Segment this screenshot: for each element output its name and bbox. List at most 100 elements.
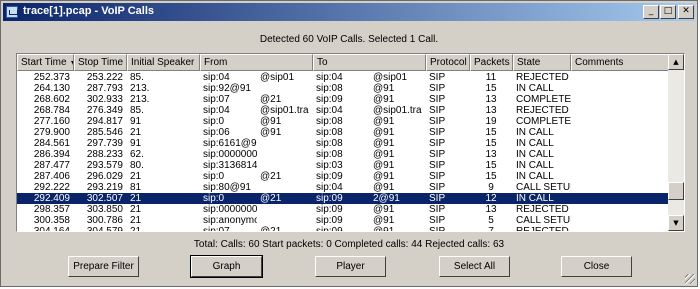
table-row[interactable]: 279.900 285.546 21 sip:06 @91 sip:08 @91 SIP 15 I… bbox=[17, 127, 669, 138]
column-header-protocol[interactable]: Protocol bbox=[426, 54, 470, 71]
cell-to: sip:04 bbox=[316, 72, 343, 83]
cell-start-time: 292.409 bbox=[33, 193, 70, 204]
cell-protocol: SIP bbox=[429, 226, 446, 232]
cell-state: COMPLETED bbox=[516, 116, 571, 127]
cell-to-domain: @sip01 bbox=[373, 72, 408, 83]
cell-protocol: SIP bbox=[429, 160, 446, 171]
cell-to: sip:08 bbox=[316, 116, 343, 127]
scroll-thumb[interactable] bbox=[668, 182, 684, 200]
cell-initial-speaker: 80. bbox=[130, 160, 144, 171]
cell-packets: 13 bbox=[485, 204, 497, 215]
cell-to-domain: @91 bbox=[373, 83, 395, 94]
cell-initial-speaker: 21 bbox=[130, 193, 142, 204]
cell-protocol: SIP bbox=[429, 204, 446, 215]
cell-from: sip:06 bbox=[203, 127, 230, 138]
cell-stop-time: 253.222 bbox=[86, 72, 123, 83]
table-row[interactable]: 268.784 276.349 85. sip:04 @sip01.tra sip:04 @… bbox=[17, 105, 669, 116]
cell-protocol: SIP bbox=[429, 94, 446, 105]
cell-to-domain: 2@91 bbox=[373, 193, 400, 204]
column-header-packets[interactable]: Packets bbox=[470, 54, 513, 71]
column-header-stop-time[interactable]: Stop Time bbox=[74, 54, 127, 71]
cell-packets: 11 bbox=[485, 72, 497, 83]
cell-packets: 5 bbox=[488, 215, 494, 226]
cell-initial-speaker: 213. bbox=[130, 83, 150, 94]
vertical-scrollbar[interactable]: ▲ ▼ bbox=[668, 54, 684, 231]
close-window-button[interactable]: ✕ bbox=[678, 5, 694, 19]
cell-packets: 13 bbox=[485, 149, 497, 160]
graph-button[interactable]: Graph bbox=[190, 255, 263, 278]
column-header-from[interactable]: From bbox=[200, 54, 313, 71]
cell-packets: 9 bbox=[488, 182, 494, 193]
table-row[interactable]: 284.561 297.739 91 sip:6161@91 sip:08 @91 SIP 1… bbox=[17, 138, 669, 149]
cell-start-time: 252.373 bbox=[33, 72, 70, 83]
cell-to-domain: @91 bbox=[373, 116, 395, 127]
cell-state: CALL SETUP bbox=[516, 182, 571, 193]
cell-to: sip:08 bbox=[316, 138, 343, 149]
column-header-initial-speaker[interactable]: Initial Speaker bbox=[127, 54, 200, 71]
scroll-up-button[interactable]: ▲ bbox=[668, 54, 684, 70]
close-button[interactable]: Close bbox=[561, 256, 632, 277]
column-header-to[interactable]: To bbox=[313, 54, 426, 71]
select-all-button[interactable]: Select All bbox=[439, 256, 510, 277]
cell-from-domain: @21 bbox=[260, 193, 282, 204]
cell-to: sip:04 bbox=[316, 105, 343, 116]
table-row[interactable]: 252.373 253.222 85. sip:04 @sip01 sip:04 @sip0… bbox=[17, 72, 669, 83]
cell-packets: 15 bbox=[485, 171, 497, 182]
cell-packets: 15 bbox=[485, 160, 497, 171]
table-row[interactable]: 277.160 294.817 91 sip:0 @91 sip:08 @91 SIP 19 CO… bbox=[17, 116, 669, 127]
cell-from-domain: @21 bbox=[260, 226, 282, 232]
table-row[interactable]: 304.164 304.579 21 sip:07 @21 sip:09 @91 SIP 7 RE… bbox=[17, 226, 669, 232]
table-row[interactable]: 300.358 300.786 21 sip:anonymous@anonymou si… bbox=[17, 215, 669, 226]
title-bar[interactable]: trace[1].pcap - VoIP Calls _ □ ✕ bbox=[3, 3, 695, 21]
table-row[interactable]: 298.357 303.850 21 sip:000000000@91 sip:09 @9… bbox=[17, 204, 669, 215]
cell-initial-speaker: 91 bbox=[130, 116, 142, 127]
cell-packets: 13 bbox=[485, 94, 497, 105]
cell-start-time: 264.130 bbox=[33, 83, 70, 94]
player-button[interactable]: Player bbox=[315, 256, 386, 277]
column-header-state[interactable]: State bbox=[513, 54, 571, 71]
cell-from: sip:04 bbox=[203, 105, 230, 116]
cell-state: REJECTED bbox=[516, 105, 569, 116]
cell-to-domain: @91 bbox=[373, 127, 395, 138]
column-header-comments[interactable]: Comments bbox=[571, 54, 669, 71]
cell-initial-speaker: 21 bbox=[130, 171, 142, 182]
cell-initial-speaker: 85. bbox=[130, 72, 144, 83]
cell-start-time: 298.357 bbox=[33, 204, 70, 215]
cell-state: REJECTED bbox=[516, 226, 569, 232]
resize-grip[interactable] bbox=[685, 274, 695, 284]
cell-initial-speaker: 21 bbox=[130, 226, 142, 232]
table-row[interactable]: 268.602 302.933 213. sip:07 @21 sip:09 @91 SIP 1… bbox=[17, 94, 669, 105]
cell-state: IN CALL bbox=[516, 171, 554, 182]
cell-protocol: SIP bbox=[429, 72, 446, 83]
cell-from-domain: @sip01 bbox=[260, 72, 295, 83]
table-row[interactable]: 292.409 302.507 21 sip:0 @21 sip:09 2@91 SIP 12 I… bbox=[17, 193, 669, 204]
cell-from: sip:000000000@91 bbox=[203, 149, 257, 160]
maximize-button[interactable]: □ bbox=[660, 5, 676, 19]
cell-initial-speaker: 81 bbox=[130, 182, 142, 193]
table-row[interactable]: 264.130 287.793 213. sip:92@91 sip:08 @91 SIP 1… bbox=[17, 83, 669, 94]
cell-from: sip:07 bbox=[203, 94, 230, 105]
cell-protocol: SIP bbox=[429, 182, 446, 193]
cell-from-domain: @21 bbox=[260, 94, 282, 105]
cell-to: sip:09 bbox=[316, 94, 343, 105]
cell-packets: 13 bbox=[485, 105, 497, 116]
cell-start-time: 268.784 bbox=[33, 105, 70, 116]
prepare-filter-button[interactable]: Prepare Filter bbox=[68, 256, 139, 277]
column-headers: Start Time▼ Stop Time Initial Speaker Fr… bbox=[17, 54, 669, 71]
table-row[interactable]: 287.477 293.579 80. sip:313681415@91 sip:03 @… bbox=[17, 160, 669, 171]
cell-stop-time: 293.579 bbox=[86, 160, 123, 171]
table-row[interactable]: 292.222 293.219 81 sip:80@91 sip:04 @91 SIP 9 CA… bbox=[17, 182, 669, 193]
cell-to-domain: @91 bbox=[373, 182, 395, 193]
cell-from: sip:92@91 bbox=[203, 83, 251, 94]
table-row[interactable]: 286.394 288.233 62. sip:000000000@91 sip:08 @… bbox=[17, 149, 669, 160]
scroll-down-button[interactable]: ▼ bbox=[668, 215, 684, 231]
window-title: trace[1].pcap - VoIP Calls bbox=[23, 5, 155, 17]
minimize-button[interactable]: _ bbox=[643, 5, 659, 19]
column-header-start-time[interactable]: Start Time▼ bbox=[17, 54, 74, 71]
cell-from-domain: @sip01.tra bbox=[260, 105, 309, 116]
cell-packets: 19 bbox=[485, 116, 497, 127]
cell-to-domain: @91 bbox=[373, 94, 395, 105]
cell-state: CALL SETUP bbox=[516, 215, 571, 226]
cell-stop-time: 276.349 bbox=[86, 105, 123, 116]
table-row[interactable]: 287.406 296.029 21 sip:0 @21 sip:09 @91 SIP 15 IN… bbox=[17, 171, 669, 182]
